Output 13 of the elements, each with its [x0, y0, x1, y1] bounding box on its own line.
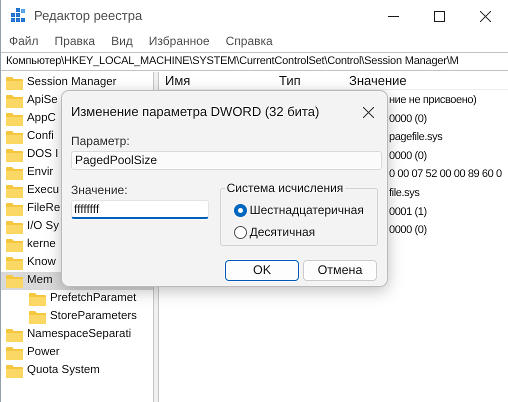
table-cell-text: 0000 (0): [389, 112, 427, 127]
table-cell-text: 0 00 07 52 00 00 89 60 0: [389, 167, 502, 182]
field-label: Значение:: [71, 182, 129, 198]
field-label: Параметр:: [71, 133, 131, 149]
window-title: Редактор реестра: [34, 7, 142, 26]
table-cell-text: 0000 (0): [389, 223, 427, 238]
table-cell-text: file.sys: [389, 186, 420, 201]
name-field: PagedPoolSize: [71, 151, 382, 170]
table-cell-text: pagefile.sys: [389, 130, 442, 146]
table-cell-text: 0001 (1): [389, 204, 427, 220]
table-cell-text: 0000 (0): [389, 148, 427, 164]
dialog-title: Изменение параметра DWORD (32 бита): [71, 103, 320, 122]
table-cell-text: ние не присвоено): [389, 93, 476, 108]
